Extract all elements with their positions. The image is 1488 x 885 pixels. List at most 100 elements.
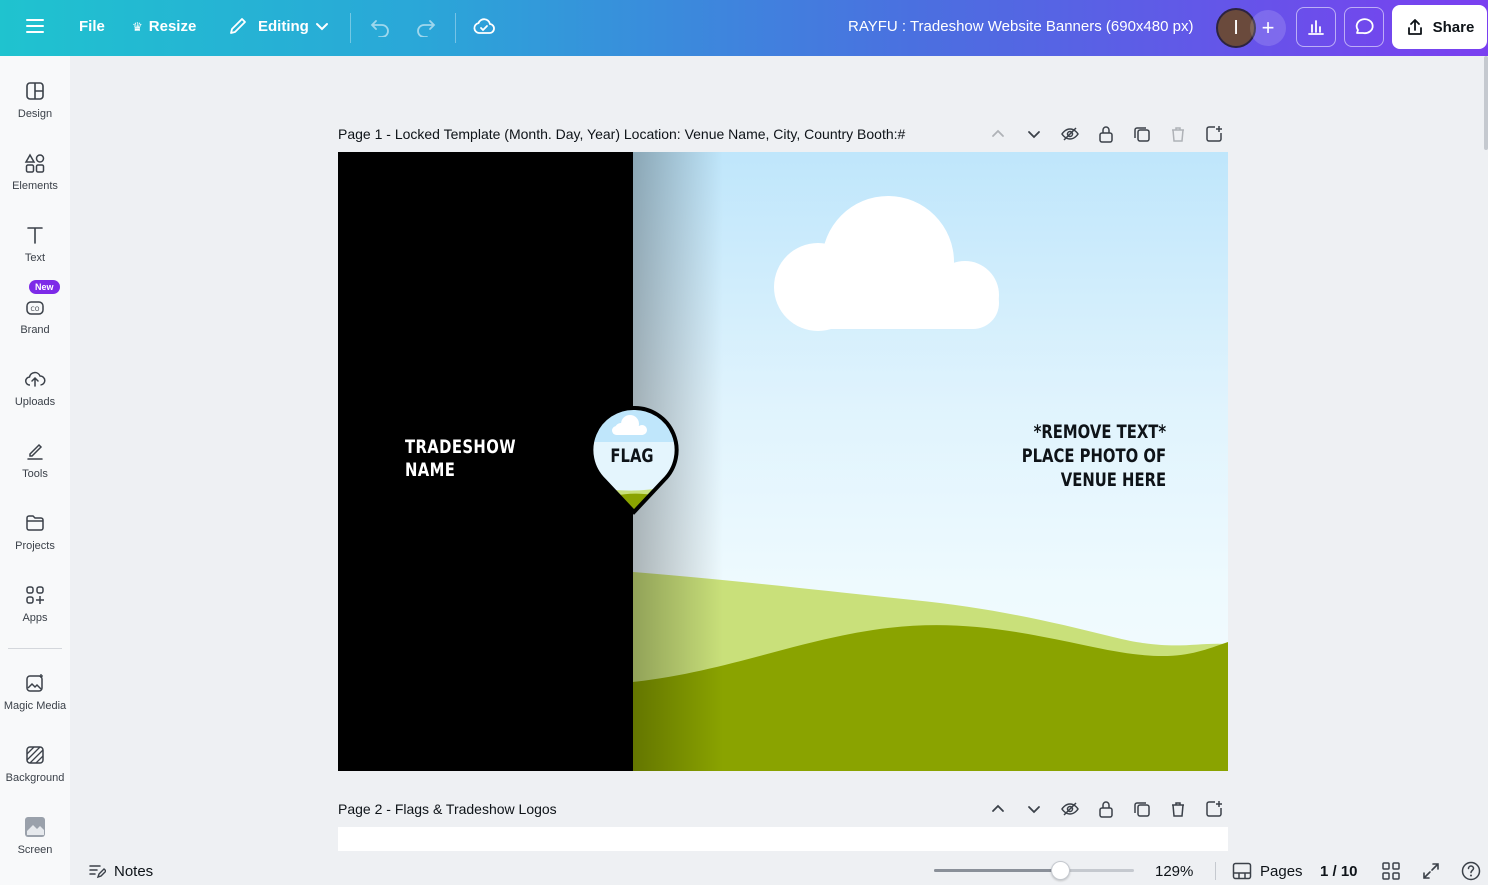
move-page-up-button[interactable]	[988, 124, 1008, 144]
sidebar-item-elements[interactable]: Elements	[0, 152, 70, 192]
comment-icon	[1355, 18, 1374, 35]
sidebar-item-text[interactable]: Text	[0, 224, 70, 264]
sidebar-item-label: Tools	[22, 468, 48, 480]
hide-page-button[interactable]	[1060, 124, 1080, 144]
sidebar-item-label: Text	[24, 252, 46, 264]
add-collaborator-button[interactable]: +	[1250, 10, 1286, 46]
move-page-down-button[interactable]	[1024, 124, 1044, 144]
sidebar-item-label: Projects	[15, 540, 55, 552]
comments-button[interactable]	[1344, 7, 1384, 47]
sidebar-item-design[interactable]: Design	[0, 80, 70, 120]
page-1-canvas[interactable]: *REMOVE TEXT* PLACE PHOTO OF VENUE HERE …	[338, 152, 1228, 771]
sidebar-item-brand[interactable]: CO Brand	[0, 296, 70, 336]
move-page-up-button[interactable]	[988, 799, 1008, 819]
page-1-title[interactable]: Page 1 - Locked Template (Month. Day, Ye…	[338, 126, 905, 142]
lock-icon	[1099, 126, 1113, 143]
delete-page-button[interactable]	[1168, 799, 1188, 819]
sidebar-item-label: Design	[17, 108, 53, 120]
zoom-level[interactable]: 129%	[1155, 863, 1193, 880]
tradeshow-name-text[interactable]: TRADESHOW NAME	[405, 436, 516, 482]
sidebar-item-label: Brand	[20, 324, 50, 336]
svg-text:CO: CO	[31, 306, 40, 313]
eye-hidden-icon	[1061, 127, 1079, 141]
folder-icon	[26, 515, 44, 531]
sidebar-item-tools[interactable]: Tools	[0, 440, 70, 480]
pages-icon	[1232, 862, 1252, 880]
file-label: File	[79, 18, 105, 35]
chevron-up-icon	[992, 804, 1004, 812]
page-2-canvas[interactable]	[338, 827, 1228, 851]
menu-button[interactable]	[25, 16, 45, 36]
duplicate-page-button[interactable]	[1132, 124, 1152, 144]
undo-icon	[370, 20, 389, 37]
sidebar-item-apps[interactable]: Apps	[0, 584, 70, 624]
resize-button[interactable]: ♛ Resize	[132, 18, 196, 35]
apps-icon	[26, 586, 44, 604]
grid-view-icon[interactable]	[1381, 861, 1401, 881]
venue-photo-placeholder[interactable]: *REMOVE TEXT* PLACE PHOTO OF VENUE HERE	[633, 152, 1228, 771]
elements-icon	[24, 153, 45, 173]
vertical-scrollbar[interactable]	[1484, 56, 1488, 150]
background-icon	[26, 746, 44, 764]
page-counter: 1 / 10	[1320, 863, 1358, 880]
duplicate-icon	[1134, 127, 1150, 142]
notes-button[interactable]: Notes	[88, 862, 153, 880]
share-button[interactable]: Share	[1392, 5, 1487, 49]
page-2-toolbar	[988, 799, 1224, 819]
sidebar-item-background[interactable]: Background	[0, 744, 70, 784]
sidebar-item-label: Apps	[22, 612, 48, 624]
lock-page-button[interactable]	[1096, 799, 1116, 819]
sidebar-item-label: Uploads	[14, 396, 56, 408]
toolbar-divider	[455, 13, 456, 43]
pages-button[interactable]: Pages	[1232, 862, 1303, 880]
top-bar: File ♛ Resize Editing RAYFU : Tradeshow …	[0, 0, 1488, 56]
redo-icon	[417, 20, 436, 37]
add-page-button[interactable]	[1204, 799, 1224, 819]
add-page-icon	[1206, 126, 1222, 142]
page-2-title[interactable]: Page 2 - Flags & Tradeshow Logos	[338, 801, 557, 817]
zoom-slider-handle[interactable]	[1050, 861, 1070, 880]
chevron-up-icon	[992, 129, 1004, 137]
hide-page-button[interactable]	[1060, 799, 1080, 819]
lock-page-button[interactable]	[1096, 124, 1116, 144]
resize-label: Resize	[148, 18, 197, 35]
venue-instruction-text[interactable]: *REMOVE TEXT* PLACE PHOTO OF VENUE HERE	[1022, 420, 1166, 492]
screen-icon	[25, 817, 45, 837]
tools-icon	[27, 443, 43, 460]
sidebar-item-label: Screen	[17, 844, 53, 856]
save-status-button[interactable]	[472, 15, 496, 39]
help-icon[interactable]	[1461, 861, 1481, 881]
insights-button[interactable]	[1296, 7, 1336, 47]
uploads-icon	[25, 371, 46, 387]
notes-label: Notes	[114, 862, 154, 880]
editing-mode-dropdown[interactable]: Editing	[228, 16, 329, 36]
sidebar-item-screen[interactable]: Screen	[0, 816, 70, 856]
cloud-shape	[774, 196, 999, 331]
trash-icon	[1172, 802, 1184, 817]
fullscreen-icon[interactable]	[1421, 861, 1441, 881]
sidebar-item-projects[interactable]: Projects	[0, 512, 70, 552]
sidebar: Design Elements Text New CO Brand Upload…	[0, 56, 70, 885]
text-icon	[27, 227, 43, 244]
design-title[interactable]: RAYFU : Tradeshow Website Banners (690x4…	[848, 18, 1193, 35]
sidebar-item-magic-media[interactable]: Magic Media	[0, 672, 70, 712]
eye-hidden-icon	[1061, 802, 1079, 816]
add-page-button[interactable]	[1204, 124, 1224, 144]
flag-label-text[interactable]: FLAG	[598, 445, 667, 467]
bar-chart-icon	[1308, 20, 1324, 35]
redo-button[interactable]	[415, 17, 437, 37]
file-menu-button[interactable]: File	[79, 18, 105, 35]
trash-icon	[1172, 127, 1184, 142]
undo-button[interactable]	[369, 17, 391, 37]
move-page-down-button[interactable]	[1024, 799, 1044, 819]
chevron-down-icon	[1028, 806, 1040, 814]
share-upload-icon	[1407, 19, 1422, 35]
sidebar-item-uploads[interactable]: Uploads	[0, 368, 70, 408]
toolbar-divider	[350, 13, 351, 43]
new-badge: New	[29, 280, 60, 294]
chevron-down-icon	[315, 23, 328, 31]
pencil-icon	[230, 18, 246, 34]
delete-page-button[interactable]	[1168, 124, 1188, 144]
duplicate-page-button[interactable]	[1132, 799, 1152, 819]
page-1-toolbar	[988, 124, 1224, 144]
